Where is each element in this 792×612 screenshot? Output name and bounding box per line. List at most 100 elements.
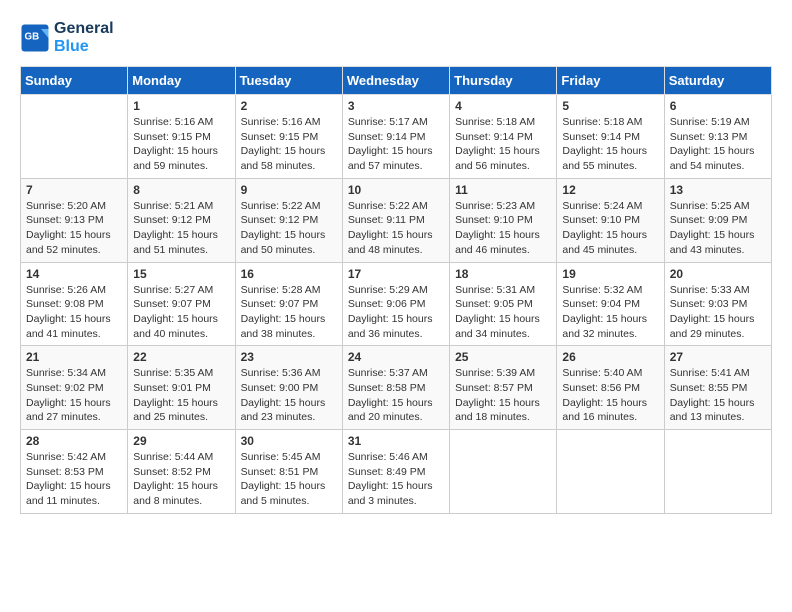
calendar-cell: 29Sunrise: 5:44 AM Sunset: 8:52 PM Dayli…	[128, 430, 235, 514]
day-info: Sunrise: 5:42 AM Sunset: 8:53 PM Dayligh…	[26, 450, 122, 509]
day-info: Sunrise: 5:44 AM Sunset: 8:52 PM Dayligh…	[133, 450, 229, 509]
calendar-cell: 25 Sunrise: 5:39 AM Sunset: 8:57 PM Dayli…	[450, 346, 557, 430]
weekday-tuesday: Tuesday	[235, 67, 342, 95]
day-number: 23	[241, 350, 337, 364]
calendar-table: SundayMondayTuesdayWednesdayThursdayFrid…	[20, 66, 772, 514]
calendar-body: 1 Sunrise: 5:16 AM Sunset: 9:15 PM Daylig…	[21, 95, 772, 514]
day-info: Sunrise: 5:20 AM Sunset: 9:13 PM Dayligh…	[26, 199, 122, 258]
day-info: Sunrise: 5:46 AM Sunset: 8:49 PM Dayligh…	[348, 450, 444, 509]
logo: GB General Blue	[20, 20, 114, 56]
calendar-week-3: 14 Sunrise: 5:26 AM Sunset: 9:08 PM Dayli…	[21, 262, 772, 346]
day-number: 14	[26, 267, 122, 281]
logo-icon: GB	[20, 23, 50, 53]
day-info: Sunrise: 5:18 AM Sunset: 9:14 PM Dayligh…	[562, 115, 658, 174]
calendar-cell: 19 Sunrise: 5:32 AM Sunset: 9:04 PM Dayli…	[557, 262, 664, 346]
svg-text:GB: GB	[25, 32, 40, 43]
calendar-week-4: 21 Sunrise: 5:34 AM Sunset: 9:02 PM Dayli…	[21, 346, 772, 430]
day-number: 16	[241, 267, 337, 281]
calendar-cell: 12 Sunrise: 5:24 AM Sunset: 9:10 PM Dayli…	[557, 178, 664, 262]
day-number: 4	[455, 99, 551, 113]
day-info: Sunrise: 5:22 AM Sunset: 9:11 PM Dayligh…	[348, 199, 444, 258]
day-number: 18	[455, 267, 551, 281]
day-info: Sunrise: 5:22 AM Sunset: 9:12 PM Dayligh…	[241, 199, 337, 258]
day-info: Sunrise: 5:31 AM Sunset: 9:05 PM Dayligh…	[455, 283, 551, 342]
day-number: 13	[670, 183, 766, 197]
calendar-cell: 2 Sunrise: 5:16 AM Sunset: 9:15 PM Daylig…	[235, 95, 342, 179]
day-info: Sunrise: 5:28 AM Sunset: 9:07 PM Dayligh…	[241, 283, 337, 342]
day-number: 19	[562, 267, 658, 281]
day-number: 31	[348, 434, 444, 448]
calendar-cell: 26 Sunrise: 5:40 AM Sunset: 8:56 PM Dayli…	[557, 346, 664, 430]
calendar-cell: 23Sunrise: 5:36 AM Sunset: 9:00 PM Dayli…	[235, 346, 342, 430]
calendar-week-5: 28 Sunrise: 5:42 AM Sunset: 8:53 PM Dayli…	[21, 430, 772, 514]
weekday-friday: Friday	[557, 67, 664, 95]
page-header: GB General Blue	[20, 20, 772, 56]
day-info: Sunrise: 5:35 AM Sunset: 9:01 PM Dayligh…	[133, 366, 229, 425]
day-number: 9	[241, 183, 337, 197]
day-number: 8	[133, 183, 229, 197]
day-info: Sunrise: 5:37 AM Sunset: 8:58 PM Dayligh…	[348, 366, 444, 425]
day-info: Sunrise: 5:26 AM Sunset: 9:08 PM Dayligh…	[26, 283, 122, 342]
day-info: Sunrise: 5:16 AM Sunset: 9:15 PM Dayligh…	[133, 115, 229, 174]
day-info: Sunrise: 5:19 AM Sunset: 9:13 PM Dayligh…	[670, 115, 766, 174]
day-info: Sunrise: 5:27 AM Sunset: 9:07 PM Dayligh…	[133, 283, 229, 342]
calendar-cell: 11 Sunrise: 5:23 AM Sunset: 9:10 PM Dayli…	[450, 178, 557, 262]
day-number: 12	[562, 183, 658, 197]
weekday-saturday: Saturday	[664, 67, 771, 95]
day-number: 7	[26, 183, 122, 197]
day-number: 28	[26, 434, 122, 448]
calendar-cell: 8 Sunrise: 5:21 AM Sunset: 9:12 PM Daylig…	[128, 178, 235, 262]
day-info: Sunrise: 5:25 AM Sunset: 9:09 PM Dayligh…	[670, 199, 766, 258]
day-number: 5	[562, 99, 658, 113]
calendar-cell: 4Sunrise: 5:18 AM Sunset: 9:14 PM Daylig…	[450, 95, 557, 179]
calendar-cell: 24Sunrise: 5:37 AM Sunset: 8:58 PM Dayli…	[342, 346, 449, 430]
calendar-cell: 30Sunrise: 5:45 AM Sunset: 8:51 PM Dayli…	[235, 430, 342, 514]
calendar-cell: 7 Sunrise: 5:20 AM Sunset: 9:13 PM Daylig…	[21, 178, 128, 262]
day-number: 2	[241, 99, 337, 113]
day-info: Sunrise: 5:33 AM Sunset: 9:03 PM Dayligh…	[670, 283, 766, 342]
calendar-cell: 20 Sunrise: 5:33 AM Sunset: 9:03 PM Dayli…	[664, 262, 771, 346]
day-number: 1	[133, 99, 229, 113]
day-number: 21	[26, 350, 122, 364]
calendar-cell: 27Sunrise: 5:41 AM Sunset: 8:55 PM Dayli…	[664, 346, 771, 430]
weekday-header-row: SundayMondayTuesdayWednesdayThursdayFrid…	[21, 67, 772, 95]
weekday-monday: Monday	[128, 67, 235, 95]
calendar-cell: 6 Sunrise: 5:19 AM Sunset: 9:13 PM Daylig…	[664, 95, 771, 179]
calendar-cell: 10Sunrise: 5:22 AM Sunset: 9:11 PM Dayli…	[342, 178, 449, 262]
day-number: 11	[455, 183, 551, 197]
calendar-cell: 9 Sunrise: 5:22 AM Sunset: 9:12 PM Daylig…	[235, 178, 342, 262]
weekday-wednesday: Wednesday	[342, 67, 449, 95]
day-info: Sunrise: 5:40 AM Sunset: 8:56 PM Dayligh…	[562, 366, 658, 425]
day-info: Sunrise: 5:32 AM Sunset: 9:04 PM Dayligh…	[562, 283, 658, 342]
day-info: Sunrise: 5:24 AM Sunset: 9:10 PM Dayligh…	[562, 199, 658, 258]
day-number: 22	[133, 350, 229, 364]
calendar-cell: 21 Sunrise: 5:34 AM Sunset: 9:02 PM Dayli…	[21, 346, 128, 430]
day-info: Sunrise: 5:21 AM Sunset: 9:12 PM Dayligh…	[133, 199, 229, 258]
day-info: Sunrise: 5:16 AM Sunset: 9:15 PM Dayligh…	[241, 115, 337, 174]
calendar-cell: 3 Sunrise: 5:17 AM Sunset: 9:14 PM Daylig…	[342, 95, 449, 179]
day-number: 20	[670, 267, 766, 281]
day-number: 26	[562, 350, 658, 364]
calendar-cell: 1 Sunrise: 5:16 AM Sunset: 9:15 PM Daylig…	[128, 95, 235, 179]
day-number: 27	[670, 350, 766, 364]
day-info: Sunrise: 5:17 AM Sunset: 9:14 PM Dayligh…	[348, 115, 444, 174]
day-number: 30	[241, 434, 337, 448]
day-number: 15	[133, 267, 229, 281]
calendar-cell: 22 Sunrise: 5:35 AM Sunset: 9:01 PM Dayli…	[128, 346, 235, 430]
day-info: Sunrise: 5:39 AM Sunset: 8:57 PM Dayligh…	[455, 366, 551, 425]
calendar-cell: 13 Sunrise: 5:25 AM Sunset: 9:09 PM Dayli…	[664, 178, 771, 262]
calendar-cell: 16 Sunrise: 5:28 AM Sunset: 9:07 PM Dayli…	[235, 262, 342, 346]
calendar-cell: 17Sunrise: 5:29 AM Sunset: 9:06 PM Dayli…	[342, 262, 449, 346]
day-info: Sunrise: 5:23 AM Sunset: 9:10 PM Dayligh…	[455, 199, 551, 258]
calendar-cell	[450, 430, 557, 514]
day-number: 6	[670, 99, 766, 113]
calendar-cell: 15 Sunrise: 5:27 AM Sunset: 9:07 PM Dayli…	[128, 262, 235, 346]
day-info: Sunrise: 5:34 AM Sunset: 9:02 PM Dayligh…	[26, 366, 122, 425]
calendar-cell	[664, 430, 771, 514]
day-info: Sunrise: 5:29 AM Sunset: 9:06 PM Dayligh…	[348, 283, 444, 342]
weekday-sunday: Sunday	[21, 67, 128, 95]
day-number: 3	[348, 99, 444, 113]
logo-text: General Blue	[54, 20, 114, 56]
day-number: 25	[455, 350, 551, 364]
calendar-cell	[21, 95, 128, 179]
